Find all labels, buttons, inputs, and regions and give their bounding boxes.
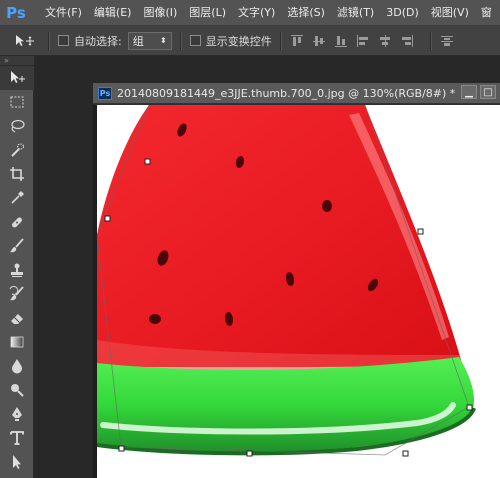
marquee-tool-icon[interactable] [0, 90, 34, 114]
show-transform-checkbox[interactable] [189, 35, 201, 46]
history-brush-tool-icon[interactable] [0, 282, 34, 306]
options-separator [48, 31, 50, 50]
maximize-button[interactable]: □ [480, 85, 496, 99]
align-left-icon[interactable] [356, 34, 370, 48]
show-transform-label: 显示变换控件 [205, 34, 272, 48]
auto-select-checkbox[interactable] [58, 35, 69, 46]
menu-type[interactable]: 文字(Y) [232, 0, 281, 26]
ps-document-icon: Ps [98, 86, 112, 100]
auto-select-dropdown[interactable]: 组 ⬍ [127, 31, 172, 50]
options-separator [429, 31, 432, 50]
eraser-tool-icon[interactable] [0, 306, 34, 330]
lasso-tool-icon[interactable] [0, 114, 34, 138]
document-window: Ps 20140809181449_e3JJE.thumb.700_0.jpg … [93, 83, 500, 478]
clone-stamp-tool-icon[interactable] [0, 258, 34, 282]
tools-collapse-bar[interactable]: » [0, 56, 34, 66]
menu-filter[interactable]: 滤镜(T) [331, 0, 380, 26]
dropdown-arrows-icon: ⬍ [160, 35, 167, 45]
menu-edit[interactable]: 编辑(E) [88, 0, 138, 26]
move-tool-preset-icon[interactable] [10, 30, 40, 52]
menu-select[interactable]: 选择(S) [281, 0, 331, 26]
align-hcenter-icon[interactable] [378, 34, 392, 48]
menu-file[interactable]: 文件(F) [39, 0, 88, 26]
options-bar: 自动选择: 组 ⬍ 显示变换控件 [0, 26, 500, 56]
menu-bar: Ps 文件(F) 编辑(E) 图像(I) 图层(L) 文字(Y) 选择(S) 滤… [0, 0, 500, 26]
healing-brush-tool-icon[interactable] [0, 210, 34, 234]
auto-select-label: 自动选择: [74, 34, 122, 48]
dodge-tool-icon[interactable] [0, 378, 34, 402]
align-right-icon[interactable] [400, 34, 414, 48]
move-tool-icon[interactable] [0, 66, 34, 90]
options-separator [179, 31, 182, 50]
pen-tool-icon[interactable] [0, 402, 34, 426]
eyedropper-tool-icon[interactable] [0, 186, 34, 210]
options-separator [279, 31, 282, 50]
distribute-top-icon[interactable] [440, 34, 454, 48]
gradient-tool-icon[interactable] [0, 330, 34, 354]
photoshop-logo: Ps [6, 3, 26, 22]
menu-3d[interactable]: 3D(D) [380, 0, 425, 26]
type-tool-icon[interactable] [0, 426, 34, 450]
document-canvas[interactable] [97, 105, 500, 478]
crop-tool-icon[interactable] [0, 162, 34, 186]
blur-tool-icon[interactable] [0, 354, 34, 378]
tool-panel [0, 66, 34, 478]
document-title: 20140809181449_e3JJE.thumb.700_0.jpg @ 1… [117, 86, 456, 100]
align-bottom-icon[interactable] [334, 34, 348, 48]
quick-select-tool-icon[interactable] [0, 138, 34, 162]
menu-window[interactable]: 窗 [475, 0, 498, 26]
path-selection-tool-icon[interactable] [0, 450, 34, 474]
menu-view[interactable]: 视图(V) [425, 0, 475, 26]
menu-layer[interactable]: 图层(L) [183, 0, 232, 26]
menu-image[interactable]: 图像(I) [137, 0, 183, 26]
minimize-button[interactable]: ▁ [461, 85, 477, 99]
watermelon-artwork [97, 105, 476, 457]
document-tab[interactable]: Ps 20140809181449_e3JJE.thumb.700_0.jpg … [93, 83, 500, 104]
auto-select-value: 组 [132, 34, 144, 48]
align-vcenter-icon[interactable] [312, 34, 326, 48]
menu-items: 文件(F) 编辑(E) 图像(I) 图层(L) 文字(Y) 选择(S) 滤镜(T… [39, 0, 498, 26]
align-top-icon[interactable] [290, 34, 304, 48]
brush-tool-icon[interactable] [0, 234, 34, 258]
